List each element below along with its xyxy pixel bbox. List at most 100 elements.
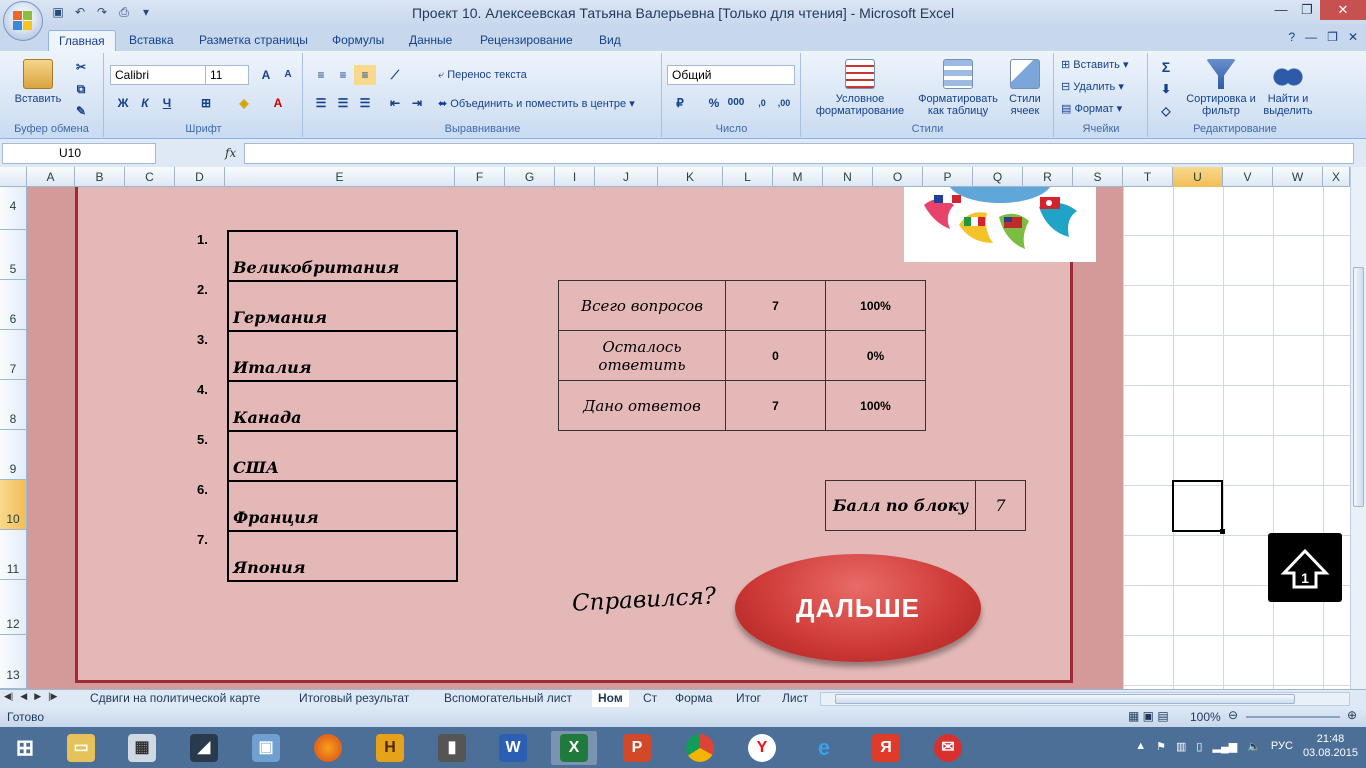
orientation-icon[interactable]: ⟋ xyxy=(384,65,406,85)
row-header[interactable]: 6 xyxy=(0,280,26,330)
first-sheet-icon[interactable]: ◀| xyxy=(4,691,13,702)
fill-icon[interactable]: ⬇ xyxy=(1155,79,1177,99)
taskbar-firefox[interactable] xyxy=(305,731,351,765)
column-header[interactable]: J xyxy=(595,167,658,187)
restore-icon[interactable]: ❐ xyxy=(1294,0,1320,20)
select-all-corner[interactable] xyxy=(0,167,27,187)
cell-styles-button[interactable]: Стили ячеек xyxy=(1002,59,1048,117)
row-header[interactable]: 12 xyxy=(0,580,26,635)
volume-icon[interactable]: 🔈 xyxy=(1247,740,1261,753)
row-header[interactable]: 13 xyxy=(0,635,26,689)
zoom-out-icon[interactable]: ⊖ xyxy=(1228,708,1238,722)
column-header[interactable]: X xyxy=(1323,167,1350,187)
copy-icon[interactable]: ⧉ xyxy=(70,79,92,99)
next-button[interactable]: ДАЛЬШЕ xyxy=(735,554,981,662)
align-bottom-icon[interactable]: ≡ xyxy=(354,65,376,85)
format-painter-icon[interactable]: ✎ xyxy=(70,101,92,121)
stat-label[interactable]: Всего вопросов xyxy=(558,280,726,331)
floating-overlay-button[interactable]: 1 xyxy=(1268,533,1342,602)
stat-count[interactable]: 0 xyxy=(725,330,826,381)
score-value[interactable]: 7 xyxy=(975,480,1026,531)
stat-percent[interactable]: 100% xyxy=(825,280,926,331)
row-header-selected[interactable]: 10 xyxy=(0,480,26,530)
tab-insert[interactable]: Вставка xyxy=(119,30,184,51)
scroll-thumb[interactable] xyxy=(1353,267,1364,507)
align-right-icon[interactable]: ☰ xyxy=(354,93,376,113)
sheet-tab[interactable]: Форма xyxy=(675,690,712,707)
column-header[interactable]: C xyxy=(125,167,175,187)
scroll-thumb[interactable] xyxy=(835,694,1295,704)
paste-button[interactable]: Вставить xyxy=(10,59,66,105)
column-header[interactable]: A xyxy=(27,167,75,187)
insert-function-button[interactable]: fx xyxy=(225,146,236,160)
row-header[interactable]: 4 xyxy=(0,187,26,230)
grow-font-icon[interactable]: A xyxy=(255,65,277,85)
battery-icon[interactable]: ▯ xyxy=(1196,740,1202,753)
taskbar-yandex-browser[interactable]: Y xyxy=(739,731,785,765)
ribbon-minimize-icon[interactable]: — xyxy=(1305,30,1317,44)
align-center-icon[interactable]: ☰ xyxy=(332,93,354,113)
selected-cell[interactable] xyxy=(1172,480,1225,534)
row-header[interactable]: 9 xyxy=(0,430,26,480)
country-cell[interactable]: Канада xyxy=(227,380,458,432)
close-icon[interactable]: ✕ xyxy=(1320,0,1366,20)
cut-icon[interactable]: ✂ xyxy=(70,57,92,77)
country-cell[interactable]: Франция xyxy=(227,480,458,532)
sheet-tab[interactable]: Итоговый результат xyxy=(299,690,409,707)
column-header[interactable]: V xyxy=(1223,167,1273,187)
autosum-icon[interactable]: Σ xyxy=(1155,57,1177,77)
column-header[interactable]: L xyxy=(723,167,773,187)
start-button[interactable]: ⊞ xyxy=(2,731,48,765)
signal-icon[interactable]: ▂▄▆ xyxy=(1212,740,1237,753)
column-header[interactable]: P xyxy=(923,167,973,187)
sheet-tab[interactable]: Итог xyxy=(736,690,761,707)
tab-review[interactable]: Рецензирование xyxy=(470,30,583,51)
find-select-button[interactable]: Найти и выделить xyxy=(1257,59,1319,117)
column-header[interactable]: W xyxy=(1273,167,1323,187)
sheet-tab-active[interactable]: Ном xyxy=(592,690,629,707)
ribbon-restore-icon[interactable]: ❐ xyxy=(1327,30,1338,44)
column-header[interactable]: N xyxy=(823,167,873,187)
taskbar-word[interactable]: W xyxy=(490,731,536,765)
stat-label[interactable]: Осталось ответить xyxy=(558,330,726,381)
tab-home[interactable]: Главная xyxy=(48,30,116,51)
underline-button[interactable]: Ч xyxy=(156,93,178,113)
minimize-icon[interactable]: — xyxy=(1268,0,1294,20)
row-header[interactable]: 8 xyxy=(0,380,26,430)
zoom-level[interactable]: 100% xyxy=(1190,710,1221,724)
tab-data[interactable]: Данные xyxy=(399,30,462,51)
merge-center-button[interactable]: ⬌ Объединить и поместить в центре ▾ xyxy=(438,98,635,110)
clear-icon[interactable]: ◇ xyxy=(1155,101,1177,121)
wrap-text-button[interactable]: ⤶ Перенос текста xyxy=(438,69,527,81)
vertical-scrollbar[interactable] xyxy=(1350,167,1366,689)
taskbar-ie[interactable]: e xyxy=(801,731,847,765)
bold-button[interactable]: Ж xyxy=(112,93,134,113)
align-top-icon[interactable]: ≡ xyxy=(310,65,332,85)
format-cells-button[interactable]: ▤ Формат ▾ xyxy=(1061,103,1122,115)
fill-color-icon[interactable]: ◈ xyxy=(233,93,255,113)
country-cell[interactable]: Япония xyxy=(227,530,458,582)
zoom-in-icon[interactable]: ⊕ xyxy=(1347,708,1357,722)
tab-page-layout[interactable]: Разметка страницы xyxy=(189,30,318,51)
delete-cells-button[interactable]: ⊟ Удалить ▾ xyxy=(1061,81,1124,93)
align-left-icon[interactable]: ☰ xyxy=(310,93,332,113)
taskbar-calculator[interactable]: ▦ xyxy=(119,731,165,765)
decrease-decimal-icon[interactable]: ,00 xyxy=(773,93,795,113)
stat-count[interactable]: 7 xyxy=(725,280,826,331)
help-icon[interactable]: ? xyxy=(1288,30,1295,44)
row-header[interactable]: 7 xyxy=(0,330,26,380)
stat-label[interactable]: Дано ответов xyxy=(558,380,726,431)
italic-button[interactable]: К xyxy=(134,93,156,113)
row-header[interactable]: 11 xyxy=(0,530,26,580)
column-header[interactable]: K xyxy=(658,167,723,187)
sort-filter-button[interactable]: Сортировка и фильтр xyxy=(1183,59,1259,117)
taskbar-chrome[interactable] xyxy=(677,731,723,765)
stat-percent[interactable]: 0% xyxy=(825,330,926,381)
clock[interactable]: 21:48 03.08.2015 xyxy=(1303,732,1358,760)
column-header[interactable]: S xyxy=(1073,167,1123,187)
sheet-tab[interactable]: Лист xyxy=(782,690,808,707)
country-cell[interactable]: Италия xyxy=(227,330,458,382)
column-header[interactable]: E xyxy=(225,167,455,187)
format-as-table-button[interactable]: Форматировать как таблицу xyxy=(912,59,1004,117)
network-icon[interactable]: ▥ xyxy=(1176,740,1186,753)
